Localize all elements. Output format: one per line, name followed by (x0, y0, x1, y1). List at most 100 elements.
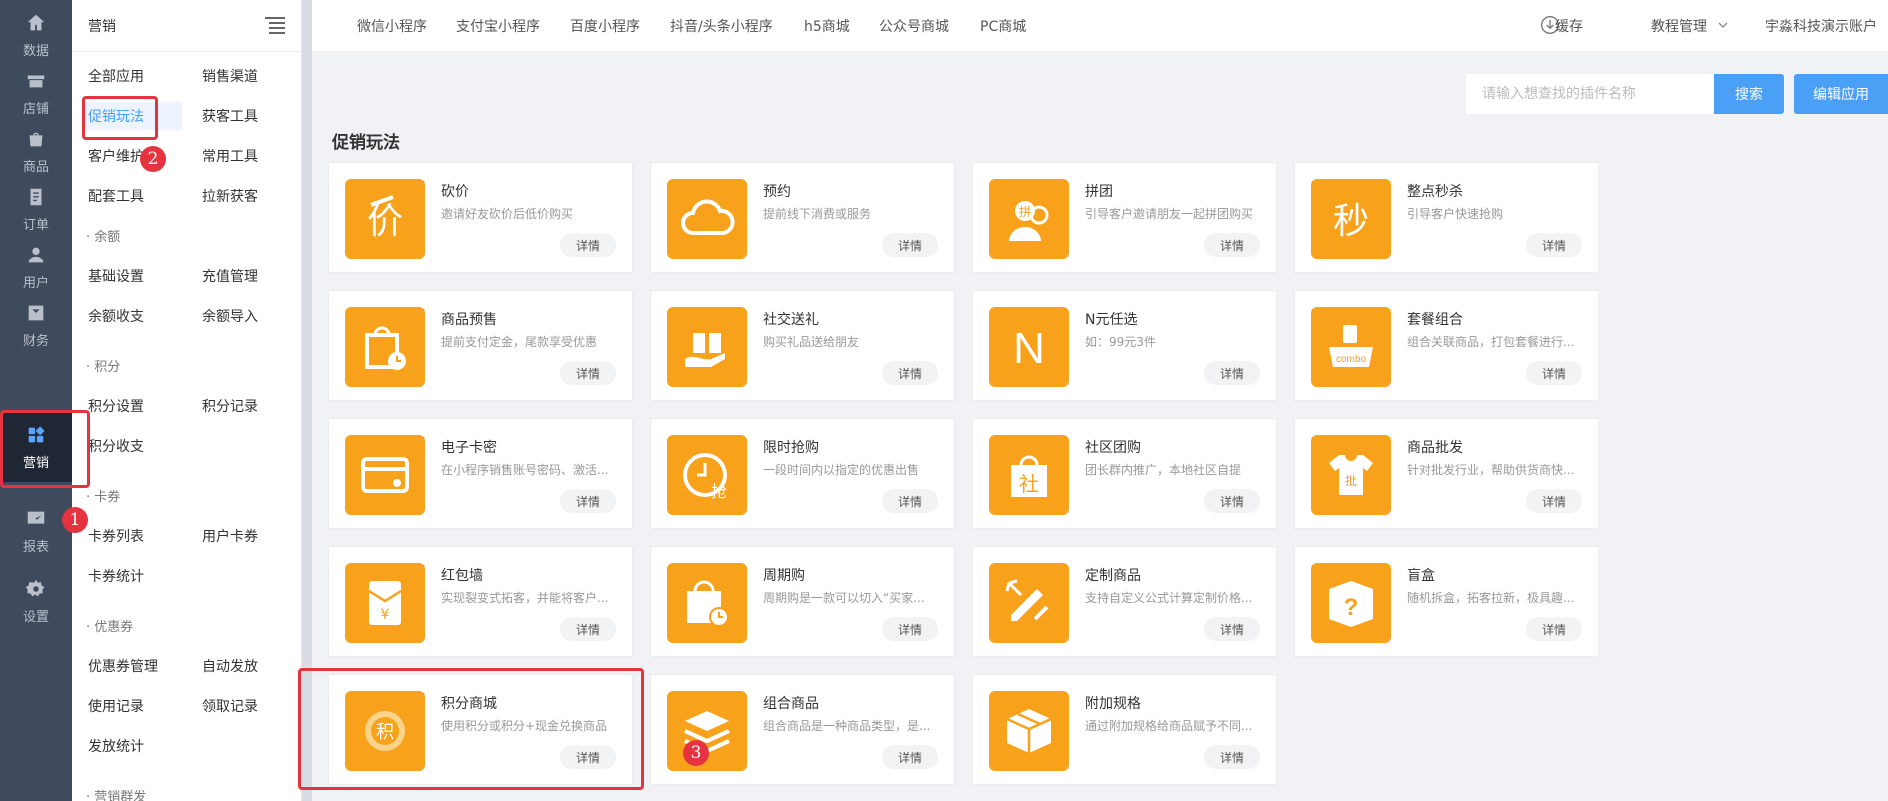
submenu-item-usage-records[interactable]: 使用记录 (88, 696, 144, 716)
submenu-item-new-customers[interactable]: 拉新获客 (202, 186, 258, 206)
tab-pc-mall[interactable]: PC商城 (980, 16, 1026, 36)
plugin-card-bargain[interactable]: 价 砍价 邀请好友砍价后低价购买 详情 (328, 162, 633, 273)
plugin-card-group-buy[interactable]: 拼 拼团 引导客户邀请朋友一起拼团购买 详情 (972, 162, 1277, 273)
collapse-menu-icon[interactable] (265, 16, 285, 35)
plugin-name: 套餐组合 (1407, 312, 1463, 328)
submenu-item-claim-records[interactable]: 领取记录 (202, 696, 258, 716)
plugin-card-red-envelope[interactable]: ¥ 红包墙 实现裂变式拓客，并能将客户... 详情 (328, 546, 633, 657)
submenu-item-points-records[interactable]: 积分记录 (202, 396, 258, 416)
submenu-item-customer-care[interactable]: 客户维护 (88, 146, 144, 166)
rail-item-marketing[interactable]: 营销 (0, 412, 72, 482)
submenu-item-user-cards[interactable]: 用户卡券 (202, 526, 258, 546)
submenu-header: 营销 (72, 0, 301, 52)
submenu-item-acquisition-tools[interactable]: 获客工具 (202, 106, 258, 126)
plugin-search-input[interactable] (1466, 74, 1716, 114)
rail-item-reports[interactable]: 报表 (0, 496, 72, 566)
plugin-desc: 在小程序销售账号密码、激活... (441, 463, 609, 477)
submenu-item-support-tools[interactable]: 配套工具 (88, 186, 144, 206)
plugin-card-blind-box[interactable]: ? 盲盒 随机拆盒，拓客拉新，极具趣... 详情 (1294, 546, 1599, 657)
tab-official-account-mall[interactable]: 公众号商城 (879, 16, 949, 36)
detail-button[interactable]: 详情 (1526, 361, 1582, 385)
plugin-card-e-card[interactable]: 电子卡密 在小程序销售账号密码、激活... 详情 (328, 418, 633, 529)
plugin-card-combo[interactable]: combo 套餐组合 组合关联商品，打包套餐进行... 详情 (1294, 290, 1599, 401)
submenu-item-basic-settings[interactable]: 基础设置 (88, 266, 144, 286)
detail-button[interactable]: 详情 (882, 745, 938, 769)
detail-button[interactable]: 详情 (1204, 233, 1260, 257)
submenu-item-promotions[interactable]: 促销玩法 (82, 102, 182, 130)
submenu-item-balance-import[interactable]: 余额导入 (202, 306, 258, 326)
plugin-desc: 团长群内推广，本地社区自提 (1085, 463, 1242, 477)
detail-button[interactable]: 详情 (1204, 361, 1260, 385)
rail-item-settings[interactable]: 设置 (0, 566, 72, 636)
package-box-icon (989, 691, 1069, 771)
cache-button[interactable]: 缓存 (1555, 16, 1583, 36)
tab-baidu-miniprogram[interactable]: 百度小程序 (570, 16, 640, 36)
detail-button[interactable]: 详情 (1526, 489, 1582, 513)
plugin-card-flash-sale[interactable]: 秒 整点秒杀 引导客户快速抢购 详情 (1294, 162, 1599, 273)
plugin-name: 定制商品 (1085, 568, 1141, 584)
cloud-icon (667, 179, 747, 259)
detail-button[interactable]: 详情 (882, 617, 938, 641)
submenu-item-issue-stats[interactable]: 发放统计 (88, 736, 144, 756)
submenu-item-points-settings[interactable]: 积分设置 (88, 396, 144, 416)
plugin-card-wholesale[interactable]: 批 商品批发 针对批发行业，帮助供货商快... 详情 (1294, 418, 1599, 529)
submenu-item-points-flow[interactable]: 积分收支 (88, 436, 144, 456)
edit-apps-button[interactable]: 编辑应用 (1794, 74, 1888, 114)
account-name[interactable]: 宇淼科技演示账户 (1765, 16, 1877, 36)
plugin-card-community-buy[interactable]: 社 社区团购 团长群内推广，本地社区自提 详情 (972, 418, 1277, 529)
tab-alipay-miniprogram[interactable]: 支付宝小程序 (456, 16, 540, 36)
tab-h5-mall[interactable]: h5商城 (804, 16, 850, 36)
detail-button[interactable]: 详情 (1204, 489, 1260, 513)
submenu-item-card-stats[interactable]: 卡券统计 (88, 566, 144, 586)
tab-douyin-miniprogram[interactable]: 抖音/头条小程序 (670, 16, 773, 36)
store-icon (27, 75, 45, 87)
plugin-card-social-gift[interactable]: 社交送礼 购买礼品送给朋友 详情 (650, 290, 955, 401)
submenu-item-common-tools[interactable]: 常用工具 (202, 146, 258, 166)
plugin-desc: 提前线下消费或服务 (763, 207, 872, 221)
tab-wechat-miniprogram[interactable]: 微信小程序 (357, 16, 427, 36)
detail-button[interactable]: 详情 (1204, 745, 1260, 769)
plugin-name: 社区团购 (1085, 440, 1141, 456)
detail-button[interactable]: 详情 (560, 617, 616, 641)
plugin-card-n-yuan[interactable]: N N元任选 如：99元3件 详情 (972, 290, 1277, 401)
detail-button[interactable]: 详情 (560, 233, 616, 257)
detail-button[interactable]: 详情 (560, 361, 616, 385)
plugin-card-timed-sale[interactable]: 抢 限时抢购 一段时间内以指定的优惠出售 详情 (650, 418, 955, 529)
detail-button[interactable]: 详情 (882, 489, 938, 513)
plugin-card-reservation[interactable]: 预约 提前线下消费或服务 详情 (650, 162, 955, 273)
points-coin-icon: 积 (345, 691, 425, 771)
plugin-card-extra-spec[interactable]: 附加规格 通过附加规格给商品赋予不同... 详情 (972, 674, 1277, 785)
detail-button[interactable]: 详情 (1526, 617, 1582, 641)
plugin-desc: 组合关联商品，打包套餐进行... (1407, 335, 1575, 349)
plugin-card-presale[interactable]: 商品预售 提前支付定金，尾款享受优惠 详情 (328, 290, 633, 401)
detail-button[interactable]: 详情 (882, 361, 938, 385)
detail-button[interactable]: 详情 (882, 233, 938, 257)
plugin-desc: 使用积分或积分+现金兑换商品 (441, 719, 608, 733)
search-button[interactable]: 搜索 (1714, 74, 1784, 114)
plugin-desc: 支持自定义公式计算定制价格... (1085, 591, 1253, 605)
plugin-name: 预约 (763, 184, 791, 200)
detail-button[interactable]: 详情 (560, 745, 616, 769)
chevron-down-icon (1718, 22, 1728, 28)
plugin-desc: 针对批发行业，帮助供货商快... (1407, 463, 1575, 477)
plugin-desc: 如：99元3件 (1085, 335, 1156, 349)
plugin-card-custom-goods[interactable]: 定制商品 支持自定义公式计算定制价格... 详情 (972, 546, 1277, 657)
plugin-card-combo-goods[interactable]: 组合商品 组合商品是一种商品类型，是... 详情 (650, 674, 955, 785)
gear-icon (25, 579, 45, 596)
submenu-item-auto-issue[interactable]: 自动发放 (202, 656, 258, 676)
detail-button[interactable]: 详情 (1204, 617, 1260, 641)
submenu-item-balance-flow[interactable]: 余额收支 (88, 306, 144, 326)
tutorial-menu[interactable]: 教程管理 (1651, 16, 1707, 36)
rail-item-finance[interactable]: 财务 (0, 290, 72, 360)
detail-button[interactable]: 详情 (1526, 233, 1582, 257)
plugin-card-cycle-buy[interactable]: 周期购 周期购是一款可以切入“买家... 详情 (650, 546, 955, 657)
pencil-ruler-icon (989, 563, 1069, 643)
svg-text:combo: combo (1336, 354, 1366, 365)
detail-button[interactable]: 详情 (560, 489, 616, 513)
plugin-card-points-mall[interactable]: 积 积分商城 使用积分或积分+现金兑换商品 详情 (328, 674, 633, 785)
submenu-item-all-apps[interactable]: 全部应用 (88, 66, 144, 86)
submenu-item-sales-channel[interactable]: 销售渠道 (202, 66, 258, 86)
submenu-item-recharge[interactable]: 充值管理 (202, 266, 258, 286)
submenu-item-card-list[interactable]: 卡券列表 (88, 526, 144, 546)
submenu-item-coupon-manage[interactable]: 优惠券管理 (88, 656, 158, 676)
